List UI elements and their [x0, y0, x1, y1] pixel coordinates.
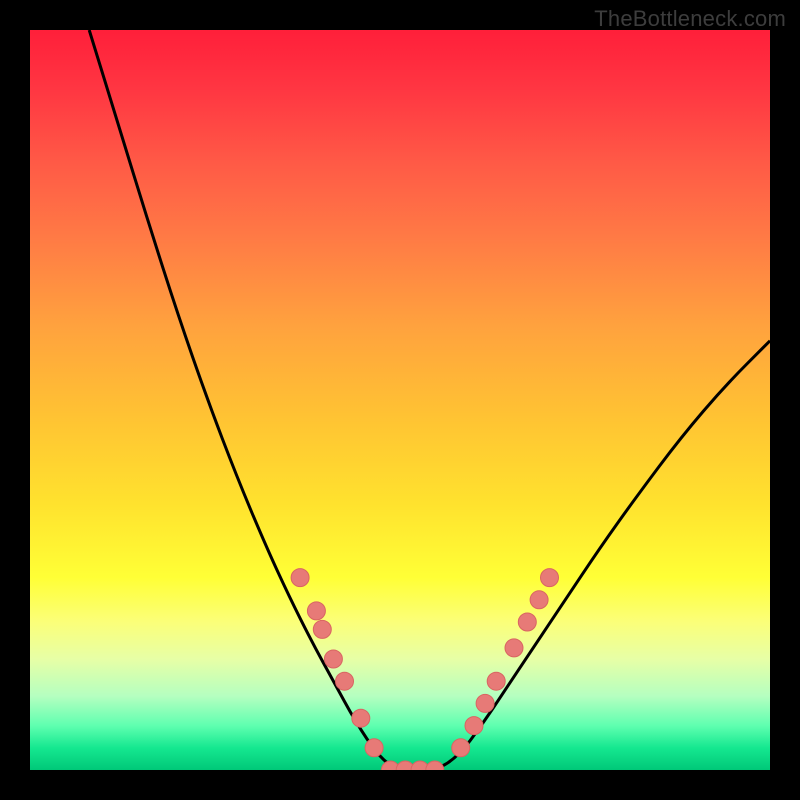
marker-trough — [426, 761, 444, 770]
marker-left-cluster — [352, 709, 370, 727]
marker-right-cluster — [530, 591, 548, 609]
plot-area — [30, 30, 770, 770]
marker-left-cluster — [336, 672, 354, 690]
marker-left-cluster — [324, 650, 342, 668]
marker-right-cluster — [487, 672, 505, 690]
marker-left-cluster — [291, 569, 309, 587]
bottleneck-curve — [89, 30, 770, 770]
marker-right-cluster — [452, 739, 470, 757]
marker-left-cluster — [313, 620, 331, 638]
marker-left-cluster — [307, 602, 325, 620]
marker-right-cluster — [465, 717, 483, 735]
marker-left-cluster — [365, 739, 383, 757]
watermark-text: TheBottleneck.com — [594, 6, 786, 32]
chart-frame — [0, 0, 800, 800]
marker-right-cluster — [476, 694, 494, 712]
marker-right-cluster — [541, 569, 559, 587]
chart-svg — [30, 30, 770, 770]
marker-right-cluster — [518, 613, 536, 631]
marker-right-cluster — [505, 639, 523, 657]
